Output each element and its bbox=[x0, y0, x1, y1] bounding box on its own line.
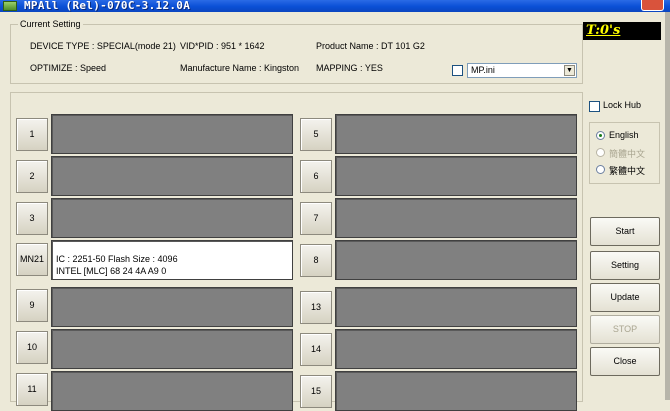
timer-display: T:0's bbox=[583, 22, 661, 40]
ini-file-select[interactable]: MP.ini ▼ bbox=[467, 63, 577, 78]
port-button[interactable]: 9 bbox=[16, 289, 48, 322]
language-label-traditional-chinese: 繁體中文 bbox=[609, 166, 646, 176]
update-button[interactable]: Update bbox=[590, 283, 660, 312]
port-flash-info: INTEL [MLC] 68 24 4A A9 0 bbox=[56, 266, 167, 276]
title-bar: MPAll (Rel)-070C-3.12.0A bbox=[0, 0, 670, 12]
product-name-label: Product Name : DT 101 G2 bbox=[316, 41, 425, 51]
port-button[interactable]: 5 bbox=[300, 118, 332, 151]
port-status-box bbox=[335, 198, 577, 238]
port-status-box bbox=[335, 329, 577, 369]
ini-file-value: MP.ini bbox=[471, 65, 495, 75]
chevron-down-icon[interactable]: ▼ bbox=[564, 65, 575, 76]
port-button[interactable]: 7 bbox=[300, 202, 332, 235]
port-status-box bbox=[51, 156, 293, 196]
port-button[interactable]: 2 bbox=[16, 160, 48, 193]
port-button[interactable]: 8 bbox=[300, 244, 332, 277]
window-close-button[interactable] bbox=[641, 0, 664, 11]
port-status-box bbox=[51, 287, 293, 327]
window-right-border bbox=[665, 12, 670, 400]
port-status-box bbox=[335, 114, 577, 154]
ini-checkbox[interactable] bbox=[452, 65, 463, 76]
language-label-english: English bbox=[609, 130, 639, 140]
lock-hub-label: Lock Hub bbox=[603, 100, 642, 110]
port-button[interactable]: 15 bbox=[300, 375, 332, 408]
mapping-label: MAPPING : YES bbox=[316, 63, 383, 73]
port-button[interactable]: 11 bbox=[16, 373, 48, 406]
window-title: MPAll (Rel)-070C-3.12.0A bbox=[24, 0, 191, 12]
port-button[interactable]: 13 bbox=[300, 291, 332, 324]
stop-button: STOP bbox=[590, 315, 660, 344]
port-button[interactable]: 14 bbox=[300, 333, 332, 366]
port-status-box bbox=[335, 371, 577, 411]
language-radio-english[interactable] bbox=[596, 131, 605, 140]
port-status-box bbox=[335, 287, 577, 327]
port-status-box bbox=[51, 371, 293, 411]
port-button[interactable]: 3 bbox=[16, 202, 48, 235]
language-radio-simplified-chinese bbox=[596, 148, 605, 157]
language-radio-traditional-chinese[interactable] bbox=[596, 165, 605, 174]
language-label-simplified-chinese: 簡體中文 bbox=[609, 149, 646, 159]
port-button[interactable]: 10 bbox=[16, 331, 48, 364]
port-status-box bbox=[335, 240, 577, 280]
start-button[interactable]: Start bbox=[590, 217, 660, 246]
port-status-box bbox=[51, 329, 293, 369]
port-button[interactable]: MN21 bbox=[16, 243, 48, 276]
setting-button[interactable]: Setting bbox=[590, 251, 660, 280]
port-status-box-active: IC : 2251-50 Flash Size : 4096 INTEL [ML… bbox=[51, 240, 293, 280]
optimize-label: OPTIMIZE : Speed bbox=[30, 63, 107, 73]
port-chip-info: IC : 2251-50 Flash Size : 4096 bbox=[56, 254, 178, 264]
port-button[interactable]: 1 bbox=[16, 118, 48, 151]
manufacture-name-label: Manufacture Name : Kingston bbox=[180, 63, 300, 73]
port-status-box bbox=[51, 198, 293, 238]
device-type-label: DEVICE TYPE : SPECIAL(mode 21) bbox=[30, 41, 176, 51]
lock-hub-checkbox[interactable] bbox=[589, 101, 600, 112]
port-status-box bbox=[51, 114, 293, 154]
port-status-box bbox=[335, 156, 577, 196]
close-button[interactable]: Close bbox=[590, 347, 660, 376]
vid-pid-label: VID*PID : 951 * 1642 bbox=[180, 41, 265, 51]
port-button[interactable]: 6 bbox=[300, 160, 332, 193]
current-setting-legend: Current Setting bbox=[18, 19, 83, 29]
app-icon bbox=[3, 1, 17, 11]
